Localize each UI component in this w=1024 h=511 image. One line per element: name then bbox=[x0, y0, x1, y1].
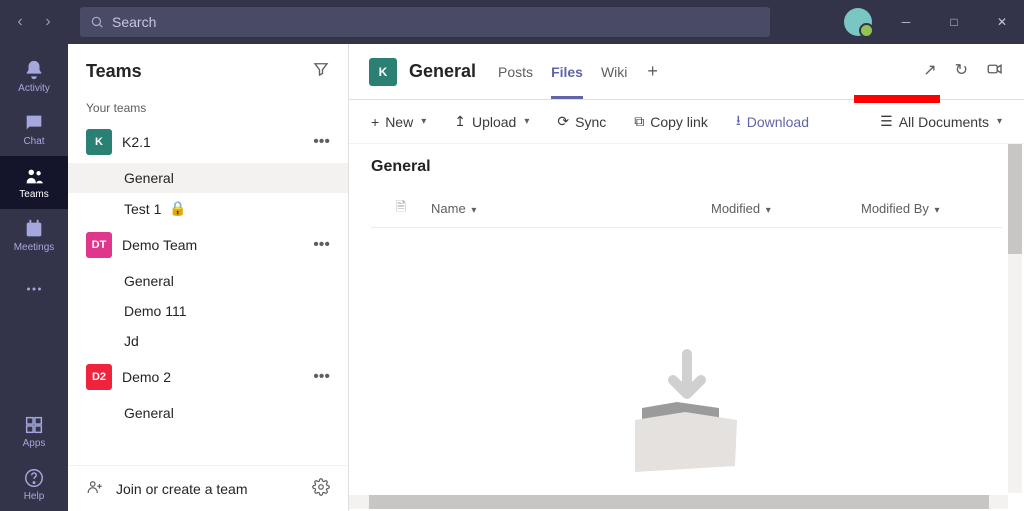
download-button[interactable]: ⭳Download bbox=[736, 110, 809, 134]
channel-name: General bbox=[124, 273, 174, 289]
window-close-button[interactable]: ✕ bbox=[988, 15, 1016, 29]
add-tab-button[interactable]: + bbox=[647, 61, 658, 82]
panel-title: Teams bbox=[86, 61, 142, 82]
window-minimize-button[interactable]: ─ bbox=[892, 15, 920, 29]
channel-item[interactable]: Test 1 🔒 bbox=[68, 193, 348, 224]
team-name: K2.1 bbox=[122, 134, 303, 150]
channel-name: General bbox=[124, 405, 174, 421]
window-maximize-button[interactable]: □ bbox=[940, 15, 968, 29]
folder-title: General bbox=[371, 144, 1002, 190]
team-name: Demo Team bbox=[122, 237, 303, 253]
channel-title: General bbox=[409, 61, 476, 82]
column-name[interactable]: Name ▾ bbox=[431, 201, 711, 216]
team-more-icon[interactable]: ••• bbox=[313, 236, 330, 254]
team-tile-icon: DT bbox=[86, 232, 112, 258]
channel-name: Jd bbox=[124, 333, 139, 349]
team-tile-icon: K bbox=[86, 129, 112, 155]
channel-item[interactable]: General bbox=[68, 266, 348, 296]
nav-back-button[interactable]: ‹ bbox=[8, 13, 32, 31]
apprail-activity[interactable]: Activity bbox=[0, 50, 68, 103]
upload-button[interactable]: ↥Upload▾ bbox=[454, 113, 529, 130]
channel-name: General bbox=[124, 170, 174, 186]
annotation-highlight bbox=[854, 95, 940, 103]
channel-tile-icon: K bbox=[369, 58, 397, 86]
user-avatar[interactable] bbox=[844, 8, 872, 36]
popout-icon[interactable]: ↗ bbox=[923, 60, 936, 83]
empty-folder-illustration bbox=[607, 344, 767, 479]
apprail-more[interactable] bbox=[0, 262, 68, 315]
column-modified[interactable]: Modified ▾ bbox=[711, 201, 861, 216]
team-tile-icon: D2 bbox=[86, 364, 112, 390]
refresh-icon[interactable]: ↻ bbox=[955, 60, 968, 83]
copy-link-button[interactable]: ⧉Copy link bbox=[634, 113, 708, 130]
nav-forward-button[interactable]: › bbox=[36, 13, 60, 31]
tab-posts[interactable]: Posts bbox=[498, 46, 533, 98]
tab-files[interactable]: Files bbox=[551, 46, 583, 98]
tab-wiki[interactable]: Wiki bbox=[601, 46, 627, 98]
column-modified-by[interactable]: Modified By ▾ bbox=[861, 201, 1002, 216]
teams-panel: Teams Your teams K K2.1 ••• General Test 1… bbox=[68, 44, 349, 511]
team-item[interactable]: DT Demo Team ••• bbox=[68, 224, 348, 266]
channel-item[interactable]: General bbox=[68, 398, 348, 428]
apprail-help[interactable]: Help bbox=[0, 458, 68, 511]
apprail-chat[interactable]: Chat bbox=[0, 103, 68, 156]
main-area: K General Posts Files Wiki + ↗ ↻ +New▾ ↥Up… bbox=[349, 44, 1024, 511]
team-more-icon[interactable]: ••• bbox=[313, 368, 330, 386]
lock-icon: 🔒 bbox=[169, 200, 186, 217]
view-selector[interactable]: ☰All Documents▾ bbox=[880, 113, 1002, 130]
meet-now-icon[interactable] bbox=[986, 60, 1004, 83]
app-rail: Activity Chat Teams Meetings Apps Help bbox=[0, 44, 68, 511]
team-name: Demo 2 bbox=[122, 369, 303, 385]
scrollbar-horizontal[interactable] bbox=[349, 495, 1008, 509]
channel-item[interactable]: General bbox=[68, 163, 348, 193]
channel-name: Demo 111 bbox=[124, 303, 187, 319]
team-item[interactable]: D2 Demo 2 ••• bbox=[68, 356, 348, 398]
apprail-teams[interactable]: Teams bbox=[0, 156, 68, 209]
people-add-icon bbox=[86, 478, 104, 499]
apprail-apps[interactable]: Apps bbox=[0, 405, 68, 458]
sync-button[interactable]: ⟳Sync bbox=[557, 113, 606, 130]
apprail-meetings[interactable]: Meetings bbox=[0, 209, 68, 262]
manage-teams-gear-icon[interactable] bbox=[312, 478, 330, 499]
team-item[interactable]: K K2.1 ••• bbox=[68, 121, 348, 163]
join-create-team-button[interactable]: Join or create a team bbox=[116, 481, 300, 497]
section-label: Your teams bbox=[68, 95, 348, 121]
file-type-icon: 🗎 bbox=[371, 198, 431, 220]
scrollbar-vertical[interactable] bbox=[1008, 144, 1022, 493]
filter-icon[interactable] bbox=[312, 60, 330, 83]
search-input[interactable]: Search bbox=[80, 7, 770, 37]
channel-item[interactable]: Demo 111 bbox=[68, 296, 348, 326]
channel-item[interactable]: Jd bbox=[68, 326, 348, 356]
team-more-icon[interactable]: ••• bbox=[313, 133, 330, 151]
search-placeholder: Search bbox=[112, 14, 156, 30]
channel-name: Test 1 bbox=[124, 201, 161, 217]
new-button[interactable]: +New▾ bbox=[371, 114, 426, 130]
